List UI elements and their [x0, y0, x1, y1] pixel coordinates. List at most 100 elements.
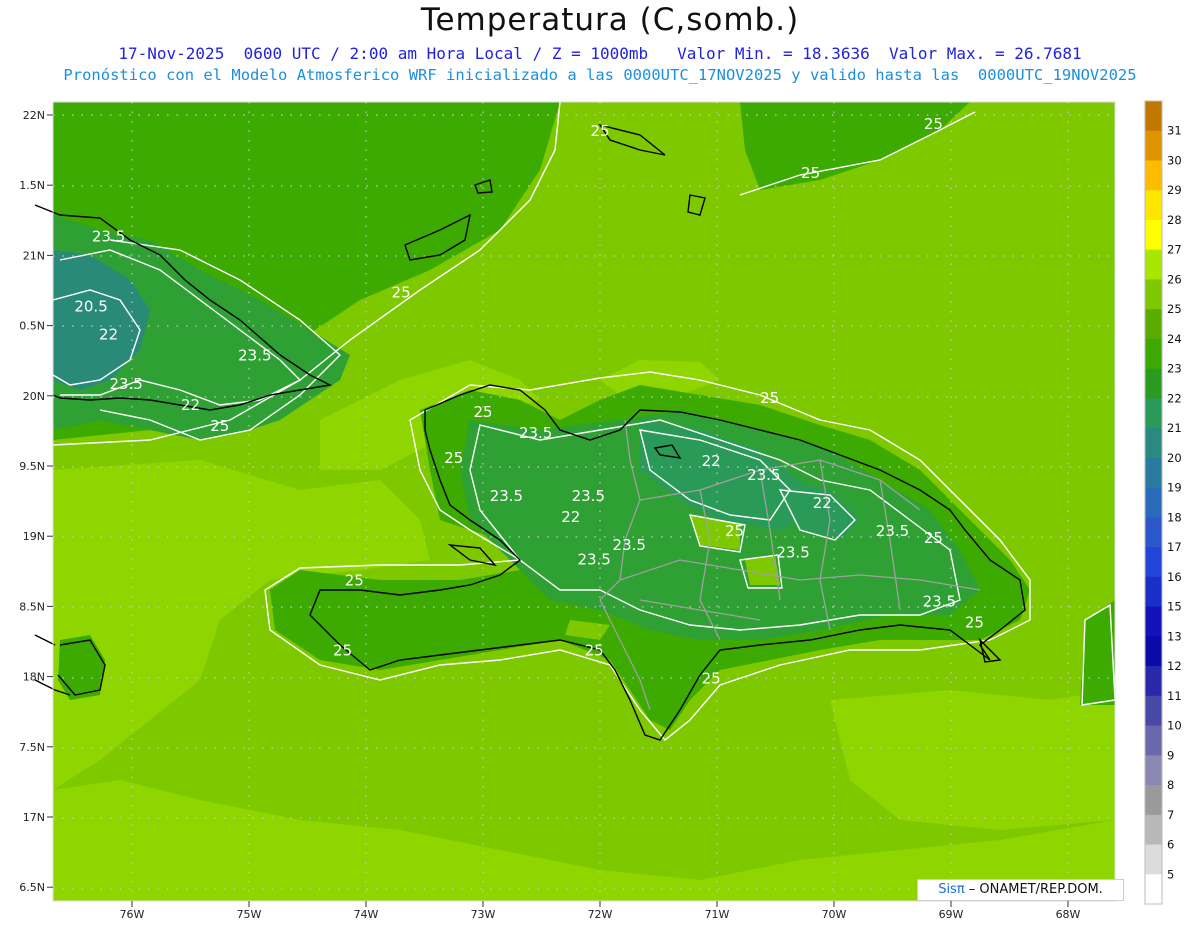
lon-tick-label: 69W	[939, 908, 964, 921]
colorbar-label: 10	[1167, 719, 1182, 733]
lat-tick-label: 21N	[23, 249, 45, 262]
colorbar-label: 8	[1167, 778, 1174, 792]
colorbar-swatch	[1145, 874, 1162, 905]
colorbar-swatch	[1145, 398, 1162, 429]
colorbar-swatch	[1145, 487, 1162, 518]
contour-label: 25	[333, 642, 352, 660]
colorbar-label: 25	[1167, 302, 1182, 316]
lat-tick-label: 18N	[23, 671, 45, 684]
lon-tick-label: 68W	[1056, 908, 1081, 921]
contour-label: 25	[210, 417, 229, 435]
colorbar-swatch	[1145, 517, 1162, 548]
lat-tick-label: 17N	[23, 811, 45, 824]
contour-label: 23.5	[238, 347, 271, 365]
colorbar-label: 27	[1167, 243, 1182, 257]
contour-label: 23.5	[923, 592, 956, 610]
colorbar-label: 29	[1167, 183, 1182, 197]
colorbar-swatch	[1145, 338, 1162, 370]
colorbar-label: 16	[1167, 570, 1182, 584]
colorbar-swatch	[1145, 725, 1162, 756]
colorbar-swatch	[1145, 428, 1162, 459]
colorbar-swatch	[1145, 755, 1162, 786]
colorbar-label: 30	[1167, 153, 1182, 167]
colorbar-swatch	[1145, 249, 1162, 280]
colorbar-label: 13	[1167, 629, 1182, 643]
contour-label: 25	[444, 449, 463, 467]
credit-text: – ONAMET/REP.DOM.	[964, 882, 1103, 897]
lon-tick-label: 76W	[120, 908, 145, 921]
contour-label: 22	[181, 396, 200, 414]
colorbar-swatch	[1145, 457, 1162, 489]
colorbar-swatch	[1145, 547, 1162, 578]
lat-tick-label: 8.5N	[19, 600, 45, 613]
longitude-axis: 76W 75W 74W 73W 72W 71W 70W 69W 68W	[120, 901, 1081, 921]
temperature-map: 25 252523.52520.52223.523.52225252523.525…	[19, 100, 1182, 921]
contour-label: 22	[561, 508, 580, 526]
contour-label: 25	[965, 613, 984, 631]
contour-label: 23.5	[876, 522, 909, 540]
colorbar-label: 17	[1167, 540, 1182, 554]
contour-label: 23.5	[747, 466, 780, 484]
contour-label: 25	[760, 389, 779, 407]
colorbar-label: 11	[1167, 689, 1182, 703]
contour-label: 23.5	[490, 487, 523, 505]
sispi-logo: Sisπ	[938, 882, 965, 897]
contour-label: 23.5	[613, 536, 646, 554]
contour-label: 25	[392, 284, 411, 302]
contour-label: 23.5	[572, 487, 605, 505]
contour-label: 22	[99, 326, 118, 344]
lat-tick-label: 19N	[23, 530, 45, 543]
colorbar-label: 7	[1167, 808, 1174, 822]
colorbar-label: 22	[1167, 391, 1182, 405]
contour-label: 25	[924, 115, 943, 133]
lat-tick-label: 7.5N	[19, 741, 45, 754]
lon-tick-label: 72W	[588, 908, 613, 921]
lat-tick-label: 22N	[23, 109, 45, 122]
contour-label: 25	[702, 670, 721, 688]
contour-label: 23.5	[776, 543, 809, 561]
colorbar-label: 9	[1167, 748, 1174, 762]
lon-tick-label: 71W	[705, 908, 730, 921]
lat-tick-label: 9.5N	[19, 460, 45, 473]
colorbar-label: 12	[1167, 659, 1182, 673]
latitude-axis: 22N 1.5N 21N 0.5N 20N 9.5N 19N 8.5N 18N 7.5N 17N 6.…	[19, 109, 53, 894]
colorbar-swatch	[1145, 606, 1162, 637]
lon-tick-label: 73W	[471, 908, 496, 921]
contour-label: 25	[345, 571, 364, 589]
credit-box: Sisπ – ONAMET/REP.DOM.	[917, 879, 1124, 901]
colorbar-label: 23	[1167, 362, 1182, 376]
colorbar-swatch	[1145, 636, 1162, 667]
lon-tick-label: 75W	[237, 908, 262, 921]
contour-label: 20.5	[74, 298, 107, 316]
contour-label: 23.5	[577, 550, 610, 568]
colorbar-label: 18	[1167, 510, 1182, 524]
lat-tick-label: 1.5N	[19, 179, 45, 192]
colorbar-label: 26	[1167, 272, 1182, 286]
colorbar-swatch	[1145, 101, 1162, 132]
colorbar-swatch	[1145, 814, 1162, 846]
colorbar-swatch	[1145, 190, 1162, 221]
contour-label: 25	[924, 529, 943, 547]
colorbar-swatch	[1145, 160, 1162, 191]
contour-label: 25	[473, 403, 492, 421]
colorbar-swatch	[1145, 785, 1162, 816]
colorbar-label: 19	[1167, 481, 1182, 495]
lon-tick-label: 70W	[822, 908, 847, 921]
lon-tick-label: 74W	[354, 908, 379, 921]
contour-label: 23.5	[109, 375, 142, 393]
colorbar-swatch	[1145, 695, 1162, 727]
colorbar-label: 5	[1167, 867, 1174, 881]
colorbar-label: 15	[1167, 600, 1182, 614]
colorbar-swatch	[1145, 219, 1162, 251]
colorbar: 31 30 29 28 27 26 25 24 23 22 21 20 19 18 17 16 15 13 12 11…	[1144, 100, 1182, 905]
colorbar-label: 21	[1167, 421, 1182, 435]
colorbar-swatch	[1145, 368, 1162, 399]
colorbar-swatch	[1145, 844, 1162, 875]
contour-label: 25	[585, 642, 604, 660]
contour-label: 22	[702, 452, 721, 470]
contour-label: 22	[813, 494, 832, 512]
colorbar-swatch	[1145, 576, 1162, 608]
contour-label: 25	[801, 164, 820, 182]
contour-label: 25	[590, 122, 609, 140]
lat-tick-label: 6.5N	[19, 881, 45, 894]
